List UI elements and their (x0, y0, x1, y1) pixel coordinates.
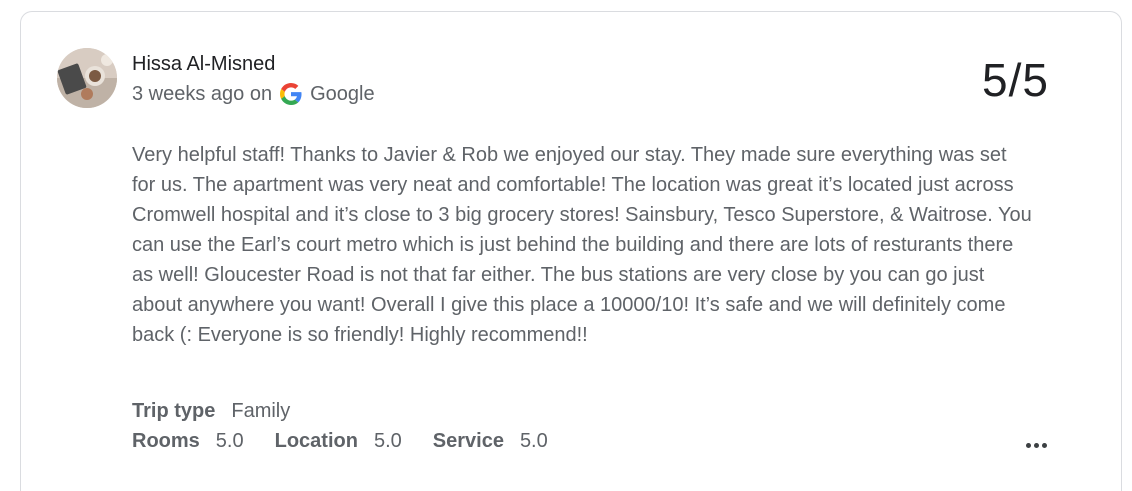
review-text: Very helpful staff! Thanks to Javier & R… (132, 144, 1032, 346)
review-score: 5/5 (982, 54, 1049, 106)
trip-type-row: Trip type Family (132, 396, 579, 426)
more-dot (1025, 442, 1031, 448)
more-options-icon[interactable] (1021, 435, 1051, 455)
trip-type-value: Family (231, 400, 291, 422)
review-details: Trip type Family Rooms 5.0 Location 5.0 … (132, 396, 579, 456)
rating-label-service: Service (432, 430, 504, 452)
avatar[interactable] (57, 48, 117, 108)
more-dot (1033, 442, 1039, 448)
rating-value-rooms: 5.0 (215, 430, 244, 452)
review-source: Google (310, 83, 375, 105)
reviewer-name[interactable]: Hissa Al-Misned (132, 52, 275, 76)
google-icon (280, 83, 302, 105)
more-dot (1041, 442, 1047, 448)
review-meta: 3 weeks ago on Google (132, 82, 375, 106)
rating-label-location: Location (274, 430, 358, 452)
review-card: Hissa Al-Misned 3 weeks ago on Google 5/… (20, 11, 1122, 491)
trip-type-label: Trip type (132, 400, 216, 422)
review-time: 3 weeks ago on (132, 83, 273, 105)
rating-label-rooms: Rooms (132, 430, 200, 452)
rating-value-location: 5.0 (373, 430, 402, 452)
rating-value-service: 5.0 (519, 430, 548, 452)
ratings-row: Rooms 5.0 Location 5.0 Service 5.0 (132, 426, 579, 456)
